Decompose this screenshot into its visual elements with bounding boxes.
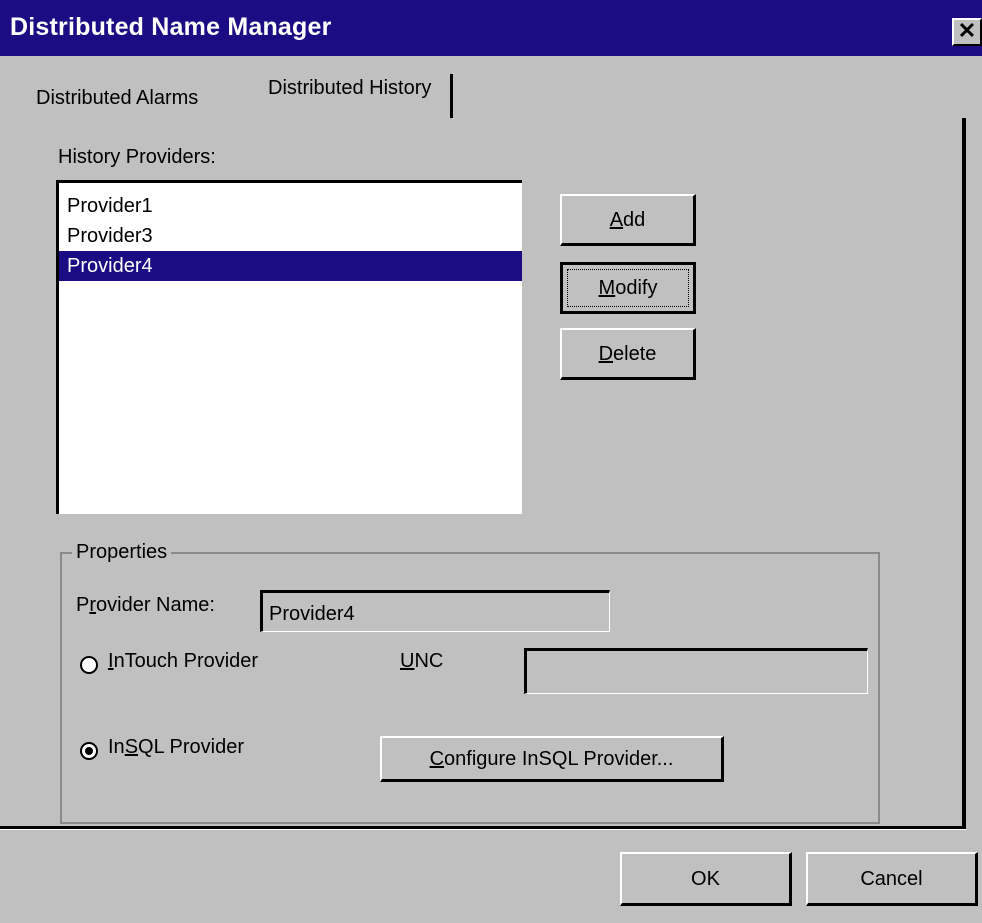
provider-name-label-rest: ovider Name: <box>96 594 215 616</box>
provider-name-mnemonic: r <box>89 594 97 616</box>
insql-label-rest: QL Provider <box>138 736 244 758</box>
history-providers-list[interactable]: Provider1 Provider3 Provider4 <box>56 180 522 514</box>
list-item-selected[interactable]: Provider4 <box>59 251 522 281</box>
close-button[interactable]: ✕ <box>952 18 982 46</box>
add-label: dd <box>623 209 646 231</box>
cancel-label: Cancel <box>860 868 923 890</box>
provider-name-value: Provider4 <box>269 603 355 625</box>
tab-label: Distributed Alarms <box>36 87 199 109</box>
configure-label-rest: onfigure InSQL Provider... <box>444 748 674 770</box>
insql-label-pre: In <box>108 736 125 758</box>
history-providers-label: History Providers: <box>58 146 216 168</box>
title-bar: Distributed Name Manager <box>0 0 982 56</box>
list-item[interactable]: Provider3 <box>59 221 522 251</box>
radio-selected-dot <box>85 747 93 755</box>
add-mnemonic: A <box>609 209 624 231</box>
unc-label: UNC <box>400 650 443 673</box>
modify-button[interactable]: Modify <box>560 262 696 314</box>
insql-provider-radio[interactable] <box>80 742 98 760</box>
unc-field[interactable] <box>524 648 868 694</box>
tab-distributed-history[interactable]: Distributed History <box>256 72 454 118</box>
intouch-provider-radio[interactable] <box>80 656 98 674</box>
ok-label: OK <box>691 868 720 890</box>
add-button[interactable]: Add <box>560 194 696 246</box>
intouch-label-rest: nTouch Provider <box>113 650 259 672</box>
tab-edge <box>450 74 454 118</box>
tab-label: Distributed History <box>268 77 432 99</box>
tab-distributed-alarms[interactable]: Distributed Alarms <box>36 86 198 110</box>
delete-mnemonic: D <box>598 343 614 365</box>
cancel-button[interactable]: Cancel <box>806 852 978 906</box>
ok-button[interactable]: OK <box>620 852 792 906</box>
provider-name-label: Provider Name: <box>76 594 215 617</box>
close-icon: ✕ <box>957 18 977 43</box>
delete-button[interactable]: Delete <box>560 328 696 380</box>
insql-provider-label[interactable]: InSQL Provider <box>108 736 244 759</box>
provider-name-field[interactable]: Provider4 <box>260 590 610 632</box>
window-title: Distributed Name Manager <box>10 13 332 41</box>
list-item[interactable]: Provider1 <box>59 191 522 221</box>
unc-label-rest: NC <box>414 650 444 672</box>
tab-page-border-highlight <box>0 829 966 830</box>
tab-page-border-right <box>962 118 966 830</box>
intouch-provider-label[interactable]: InTouch Provider <box>108 650 258 673</box>
delete-label: elete <box>613 343 657 365</box>
unc-mnemonic: U <box>400 650 415 672</box>
provider-name-label-pre: P <box>76 594 90 616</box>
configure-insql-provider-button[interactable]: Configure InSQL Provider... <box>380 736 724 782</box>
focus-rect <box>567 269 689 307</box>
insql-mnemonic: S <box>124 736 139 758</box>
properties-caption: Properties <box>72 536 172 568</box>
configure-mnemonic: C <box>429 748 445 770</box>
